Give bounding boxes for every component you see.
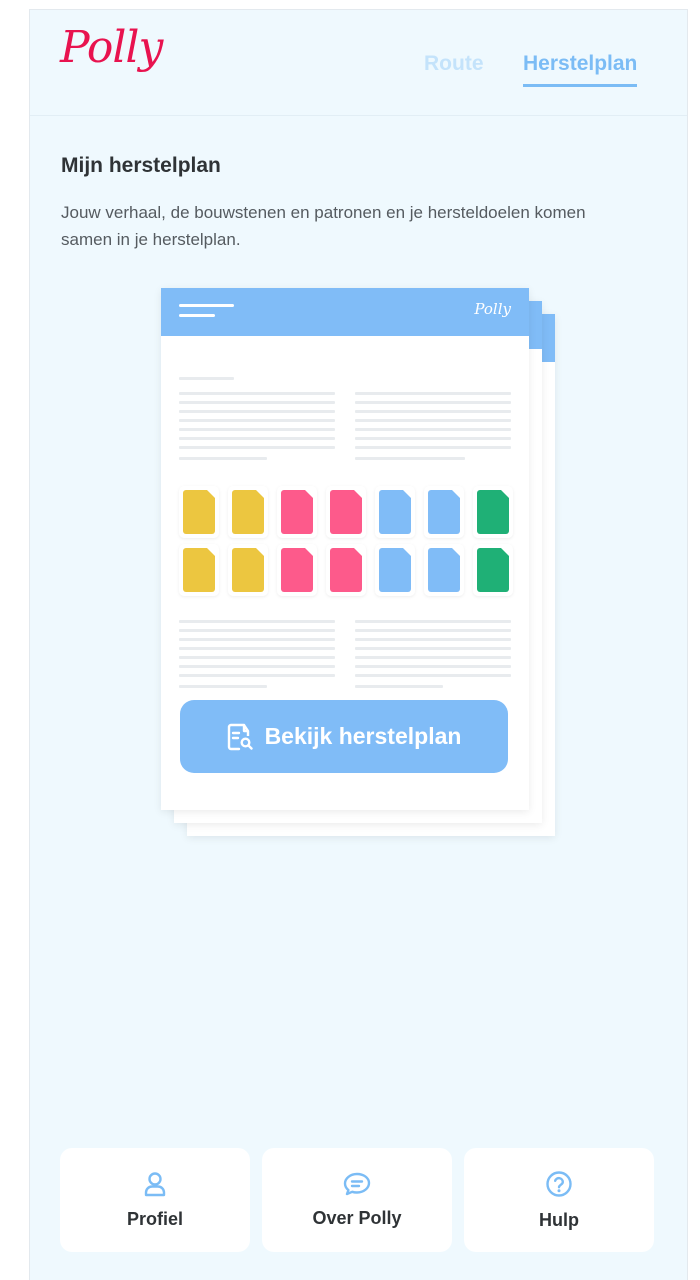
- placeholder-text-line: [179, 638, 335, 641]
- bottom-nav-profiel[interactable]: Profiel: [60, 1148, 250, 1252]
- chat-icon: [343, 1172, 371, 1195]
- placeholder-text-line: [355, 428, 511, 431]
- placeholder-text-line: [355, 656, 511, 659]
- placeholder-text-line: [179, 620, 335, 623]
- menu-line: [179, 304, 234, 307]
- nav-tab-herstelplan[interactable]: Herstelplan: [523, 52, 638, 87]
- building-block-tile: [375, 486, 415, 538]
- placeholder-text-line: [355, 638, 511, 641]
- placeholder-text-line: [355, 620, 511, 623]
- placeholder-text-line: [355, 401, 511, 404]
- placeholder-text-line: [179, 656, 335, 659]
- building-block-tile: [179, 544, 219, 596]
- building-block-tile: [326, 486, 366, 538]
- placeholder-text-line: [355, 410, 511, 413]
- help-circle-icon: [546, 1170, 572, 1197]
- placeholder-text-line: [179, 629, 335, 632]
- placeholder-text-line: [179, 446, 335, 449]
- mini-polly-logo: Polly: [474, 300, 511, 318]
- bottom-nav-over-polly[interactable]: Over Polly: [262, 1148, 452, 1252]
- placeholder-text-line: [355, 392, 511, 395]
- placeholder-text-line: [355, 647, 511, 650]
- placeholder-text-line: [355, 419, 511, 422]
- building-block-tile: [473, 544, 513, 596]
- app-frame: Polly Route Herstelplan Mijn herstelplan…: [29, 9, 688, 1280]
- polly-logo[interactable]: Polly: [60, 22, 163, 73]
- placeholder-text-line: [179, 437, 335, 440]
- placeholder-text-line: [355, 629, 511, 632]
- placeholder-text-line: [179, 647, 335, 650]
- placeholder-text-line: [179, 401, 335, 404]
- placeholder-text-line: [179, 428, 335, 431]
- view-herstelplan-button[interactable]: Bekijk herstelplan: [180, 700, 508, 773]
- bottom-nav-label: Hulp: [539, 1209, 579, 1230]
- building-block-tile: [179, 486, 219, 538]
- building-block-tile: [375, 544, 415, 596]
- page-title: Mijn herstelplan: [61, 154, 221, 177]
- placeholder-text-line: [355, 437, 511, 440]
- document-header-bar: Polly: [161, 288, 529, 336]
- building-block-tile: [473, 486, 513, 538]
- bottom-nav-hulp[interactable]: Hulp: [464, 1148, 654, 1252]
- placeholder-text-line: [179, 665, 335, 668]
- view-herstelplan-label: Bekijk herstelplan: [264, 723, 462, 749]
- nav-tab-route[interactable]: Route: [424, 52, 484, 76]
- building-block-tile: [326, 544, 366, 596]
- placeholder-text-line: [179, 377, 234, 380]
- placeholder-text-line: [179, 419, 335, 422]
- placeholder-text-line: [179, 392, 335, 395]
- building-block-tile: [277, 544, 317, 596]
- building-block-tile: [424, 486, 464, 538]
- placeholder-text-line: [355, 457, 465, 460]
- building-block-tile: [228, 486, 268, 538]
- placeholder-text-line: [179, 457, 267, 460]
- placeholder-text-line: [179, 685, 267, 688]
- building-block-tile: [424, 544, 464, 596]
- user-icon: [144, 1171, 166, 1196]
- placeholder-text-line: [355, 665, 511, 668]
- placeholder-text-line: [355, 674, 511, 677]
- placeholder-text-line: [179, 674, 335, 677]
- placeholder-text-line: [179, 410, 335, 413]
- top-bar: Polly Route Herstelplan: [30, 10, 687, 116]
- menu-line: [179, 314, 215, 317]
- building-block-tile: [228, 544, 268, 596]
- bottom-nav-label: Over Polly: [312, 1207, 402, 1228]
- bottom-nav-label: Profiel: [126, 1208, 183, 1229]
- placeholder-text-line: [355, 446, 511, 449]
- placeholder-text-line: [355, 685, 443, 688]
- document-search-icon: [227, 723, 253, 750]
- page-description: Jouw verhaal, de bouwstenen en patronen …: [61, 203, 586, 249]
- building-block-tile: [277, 486, 317, 538]
